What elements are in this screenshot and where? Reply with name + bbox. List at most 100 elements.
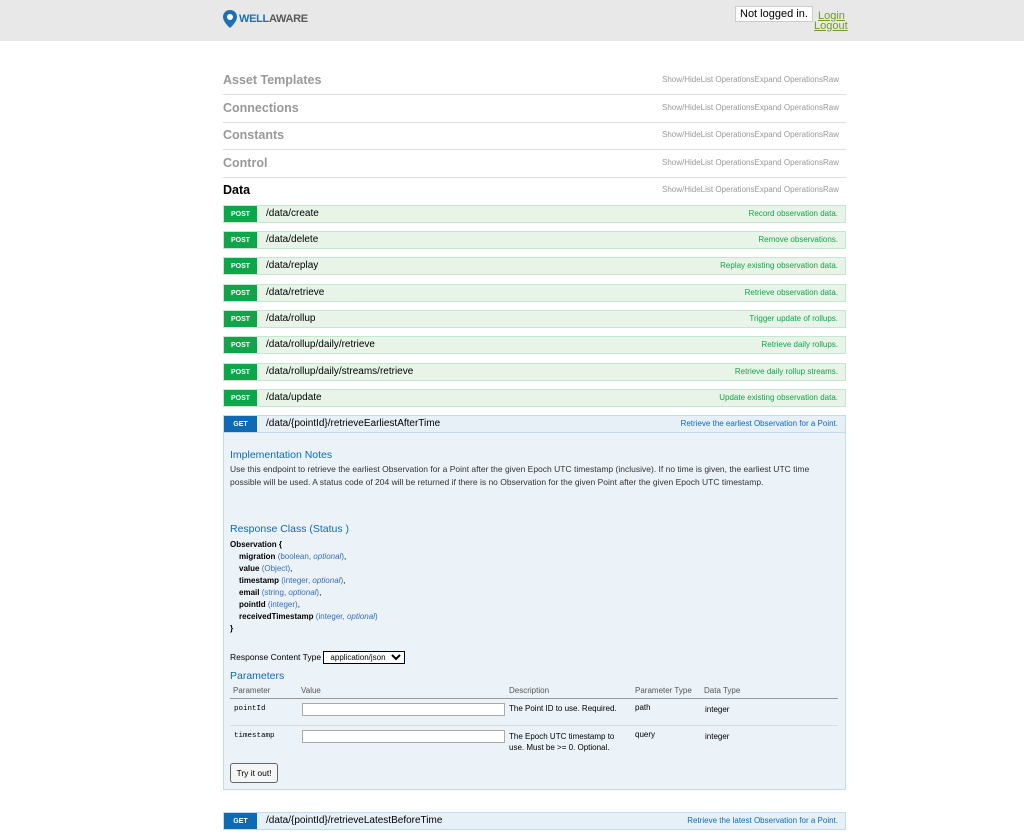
operation-summary[interactable]: Retrieve observation data. <box>745 288 838 297</box>
operation-summary[interactable]: Remove observations. <box>758 235 838 244</box>
method-badge: POST <box>224 364 257 380</box>
content-type-label: Response Content Type <box>230 652 322 662</box>
operation-summary[interactable]: Retrieve the latest Observation for a Po… <box>687 816 838 825</box>
resource-name[interactable]: Asset Templates <box>223 73 321 87</box>
pointid-input[interactable] <box>302 703 505 716</box>
resource-name[interactable]: Data <box>223 183 250 197</box>
show-hide-link[interactable]: Show/Hide <box>662 130 701 139</box>
resource-ops: Show/HideList OperationsExpand Operation… <box>662 75 839 84</box>
param-type: query <box>635 730 656 739</box>
method-badge: POST <box>224 285 257 301</box>
raw-link[interactable]: Raw <box>823 185 839 194</box>
operation-summary[interactable]: Record observation data. <box>749 209 838 218</box>
operation-path[interactable]: /data/retrieve <box>266 287 324 298</box>
list-operations-link[interactable]: List Operations <box>701 158 755 167</box>
operation-path[interactable]: /data/create <box>266 208 319 219</box>
show-hide-link[interactable]: Show/Hide <box>662 75 701 84</box>
operation-summary[interactable]: Retrieve daily rollup streams. <box>735 367 838 376</box>
raw-link[interactable]: Raw <box>823 75 839 84</box>
header-data-type: Data Type <box>704 686 741 695</box>
operation-summary[interactable]: Retrieve daily rollups. <box>762 340 838 349</box>
operation-path[interactable]: /data/{pointId}/retrieveLatestBeforeTime <box>266 815 442 826</box>
parameters-title: Parameters <box>230 670 285 682</box>
model-prop: migration (boolean, optional), <box>239 552 347 561</box>
model-prop: value (Object), <box>239 564 293 573</box>
model-prop: timestamp (integer, optional), <box>239 576 346 585</box>
operation-path[interactable]: /data/rollup/daily/streams/retrieve <box>266 366 413 377</box>
operation-row[interactable]: POST /data/create Record observation dat… <box>223 205 846 223</box>
list-operations-link[interactable]: List Operations <box>701 75 755 84</box>
expand-operations-link[interactable]: Expand Operations <box>754 75 823 84</box>
raw-link[interactable]: Raw <box>823 130 839 139</box>
operation-row[interactable]: POST /data/retrieve Retrieve observation… <box>223 284 846 302</box>
parameters-header: Parameter Value Description Parameter Ty… <box>230 686 838 699</box>
operation-row-expanded[interactable]: GET /data/{pointId}/retrieveEarliestAfte… <box>223 415 846 433</box>
param-description: The Epoch UTC timestamp to use. Must be … <box>509 732 615 752</box>
list-operations-link[interactable]: List Operations <box>701 130 755 139</box>
resource-name[interactable]: Control <box>223 156 267 170</box>
operation-summary[interactable]: Replay existing observation data. <box>720 261 838 270</box>
model-prop: email (string, optional), <box>239 588 322 597</box>
param-name: timestamp <box>234 732 275 740</box>
show-hide-link[interactable]: Show/Hide <box>662 158 701 167</box>
operation-row[interactable]: POST /data/rollup/daily/streams/retrieve… <box>223 363 846 381</box>
header-value: Value <box>301 686 321 695</box>
expand-operations-link[interactable]: Expand Operations <box>754 158 823 167</box>
resource-ops: Show/HideList OperationsExpand Operation… <box>662 158 839 167</box>
show-hide-link[interactable]: Show/Hide <box>662 185 701 194</box>
param-type: path <box>635 703 651 712</box>
operation-row[interactable]: POST /data/delete Remove observations. <box>223 231 846 249</box>
resource-control: Control Show/HideList OperationsExpand O… <box>223 150 846 178</box>
method-badge: POST <box>224 258 257 274</box>
operation-path[interactable]: /data/delete <box>266 234 318 245</box>
operation-details: Implementation Notes Use this endpoint t… <box>223 433 846 790</box>
param-data-type: integer <box>705 732 730 741</box>
resource-constants: Constants Show/HideList OperationsExpand… <box>223 122 846 150</box>
operation-path[interactable]: /data/update <box>266 392 322 403</box>
raw-link[interactable]: Raw <box>823 103 839 112</box>
method-badge: POST <box>224 311 257 327</box>
location-pin-icon <box>223 10 237 28</box>
operation-path[interactable]: /data/replay <box>266 260 318 271</box>
operation-row[interactable]: GET /data/{pointId}/retrieveLatestBefore… <box>223 812 846 830</box>
response-model: Observation { migration (boolean, option… <box>230 539 378 635</box>
operation-path[interactable]: /data/{pointId}/retrieveEarliestAfterTim… <box>266 418 440 429</box>
resource-data: Data Show/HideList OperationsExpand Oper… <box>223 177 846 204</box>
method-badge: POST <box>224 206 257 222</box>
resource-name[interactable]: Connections <box>223 101 299 115</box>
response-class-title: Response Class (Status ) <box>230 523 350 535</box>
show-hide-link[interactable]: Show/Hide <box>662 103 701 112</box>
method-badge: GET <box>224 416 257 432</box>
operation-path[interactable]: /data/rollup <box>266 313 315 324</box>
wellaware-logo[interactable]: WELLAWARE <box>223 10 308 28</box>
resource-ops: Show/HideList OperationsExpand Operation… <box>662 185 839 194</box>
param-data-type: integer <box>705 705 730 714</box>
expand-operations-link[interactable]: Expand Operations <box>754 130 823 139</box>
operation-summary[interactable]: Trigger update of rollups. <box>749 314 838 323</box>
implementation-notes-text: Use this endpoint to retrieve the earlie… <box>230 464 810 487</box>
list-operations-link[interactable]: List Operations <box>701 103 755 112</box>
operation-summary[interactable]: Retrieve the earliest Observation for a … <box>681 419 838 428</box>
operation-summary[interactable]: Update existing observation data. <box>719 393 838 402</box>
model-prop: pointId (integer), <box>239 600 300 609</box>
try-it-out-button[interactable]: Try it out! <box>230 763 278 783</box>
resource-connections: Connections Show/HideList OperationsExpa… <box>223 95 846 123</box>
expand-operations-link[interactable]: Expand Operations <box>754 103 823 112</box>
resource-name[interactable]: Constants <box>223 128 284 142</box>
raw-link[interactable]: Raw <box>823 158 839 167</box>
timestamp-input[interactable] <box>302 730 505 743</box>
operation-path[interactable]: /data/rollup/daily/retrieve <box>266 339 375 350</box>
content-type-select[interactable]: application/json <box>323 651 406 664</box>
parameter-row: timestamp The Epoch UTC timestamp to use… <box>230 726 838 760</box>
model-close: } <box>230 624 234 633</box>
model-name: Observation { <box>230 540 283 549</box>
operation-row[interactable]: POST /data/update Update existing observ… <box>223 389 846 407</box>
expand-operations-link[interactable]: Expand Operations <box>754 185 823 194</box>
operation-row[interactable]: POST /data/rollup Trigger update of roll… <box>223 310 846 328</box>
param-description: The Point ID to use. Required. <box>509 704 617 713</box>
method-badge: POST <box>224 337 257 353</box>
logout-link[interactable]: Logout <box>814 20 848 32</box>
operation-row[interactable]: POST /data/rollup/daily/retrieve Retriev… <box>223 336 846 354</box>
operation-row[interactable]: POST /data/replay Replay existing observ… <box>223 257 846 275</box>
list-operations-link[interactable]: List Operations <box>701 185 755 194</box>
